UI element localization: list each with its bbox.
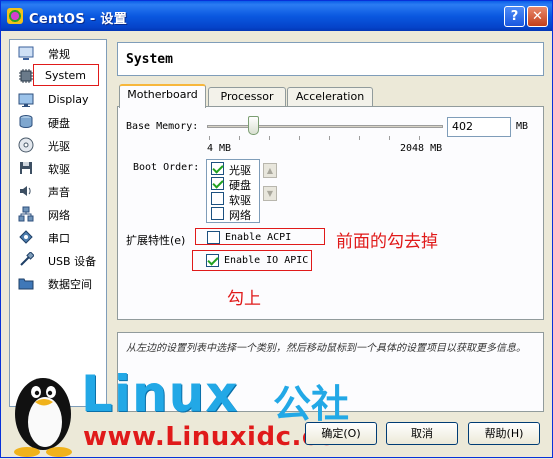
slider-max-label: 2048 MB — [400, 143, 443, 154]
system-icon — [19, 69, 33, 83]
tab-processor[interactable]: Processor — [208, 87, 286, 107]
sidebar-item-label: 光驱 — [48, 140, 70, 153]
sidebar-item-network[interactable]: 网络 — [14, 204, 104, 224]
enable-ioapic-label: Enable IO APIC — [224, 255, 309, 266]
list-item[interactable]: 软驱 — [209, 191, 259, 207]
sidebar-item-display[interactable]: Display — [14, 90, 104, 110]
annotation-ioapic-note: 勾上 — [227, 289, 261, 309]
watermark-brand: Linux — [81, 365, 239, 423]
slider-tick — [389, 136, 390, 140]
audio-icon — [20, 186, 31, 196]
cancel-button[interactable]: 取消 — [386, 422, 458, 445]
base-memory-slider-track[interactable] — [207, 125, 443, 128]
boot-item-label: 网络 — [229, 209, 251, 222]
tab-label: Motherboard — [127, 88, 198, 101]
slider-tick — [329, 136, 330, 140]
boot-floppy-checkbox[interactable] — [211, 192, 224, 205]
boot-harddisk-checkbox[interactable] — [211, 177, 224, 190]
annotation-acpi-note: 前面的勾去掉 — [336, 232, 438, 252]
sidebar-item-shared-folders[interactable]: 数据空间 — [14, 273, 104, 293]
boot-cdrom-checkbox[interactable] — [211, 162, 224, 175]
tux-penguin-icon — [14, 378, 72, 457]
slider-tick — [269, 136, 270, 140]
tab-motherboard[interactable]: Motherboard — [119, 84, 206, 108]
sidebar-item-label: 声音 — [48, 186, 70, 199]
usb-icon — [20, 252, 34, 266]
ok-button[interactable]: 确定(O) — [305, 422, 377, 445]
extended-features-label: 扩展特性(e) — [126, 234, 186, 247]
enable-acpi-checkbox[interactable] — [207, 231, 220, 244]
sidebar-item-label: 网络 — [48, 209, 70, 222]
page-title: System — [126, 52, 173, 67]
help-button[interactable]: 帮助(H) — [468, 422, 540, 445]
sidebar-item-label: 软驱 — [48, 163, 70, 176]
virtualbox-icon — [7, 8, 23, 24]
sidebar-item-harddisk[interactable]: 硬盘 — [14, 112, 104, 132]
floppy-icon — [20, 162, 32, 174]
base-memory-slider-thumb[interactable] — [247, 116, 259, 135]
sidebar-item-general[interactable]: 常规 — [14, 43, 104, 63]
sidebar-item-label: 串口 — [48, 232, 70, 245]
sidebar-item-label: 数据空间 — [48, 278, 92, 291]
enable-acpi-label: Enable ACPI — [225, 232, 292, 243]
list-item[interactable]: 硬盘 — [209, 176, 259, 192]
list-item[interactable]: 光驱 — [209, 161, 259, 177]
settings-category-list: 常规 System Display 硬盘 光驱 软驱 声音 网络 串口 USB … — [9, 39, 107, 407]
sidebar-item-label: 常规 — [48, 48, 70, 61]
base-memory-label: Base Memory: — [126, 121, 199, 132]
tab-label: Acceleration — [295, 90, 365, 103]
move-up-button[interactable]: ▲ — [263, 163, 277, 178]
annotation-highlight-system — [33, 64, 99, 86]
harddisk-icon — [19, 115, 33, 129]
slider-tick — [209, 136, 210, 140]
settings-window: CentOS - 设置 ? ✕ 常规 System Display 硬盘 光驱 … — [0, 0, 553, 458]
sidebar-item-floppy[interactable]: 软驱 — [14, 158, 104, 178]
slider-min-label: 4 MB — [207, 143, 232, 154]
window-title: CentOS - 设置 — [29, 12, 127, 27]
slider-tick — [299, 136, 300, 140]
sidebar-item-audio[interactable]: 声音 — [14, 181, 104, 201]
sidebar-item-serial[interactable]: 串口 — [14, 227, 104, 247]
move-down-button[interactable]: ▼ — [263, 186, 277, 201]
boot-order-list: 光驱 硬盘 软驱 网络 — [206, 159, 260, 223]
boot-network-checkbox[interactable] — [211, 207, 224, 220]
close-button[interactable]: ✕ — [527, 6, 548, 27]
general-icon — [18, 46, 34, 60]
network-icon — [18, 206, 34, 222]
shared-folder-icon — [18, 278, 34, 290]
serial-icon — [19, 230, 33, 244]
slider-tick — [359, 136, 360, 140]
display-icon — [18, 93, 34, 107]
motherboard-panel — [117, 106, 544, 320]
description-text: 从左边的设置列表中选择一个类别，然后移动鼠标到一个具体的设置项目以获取更多信息。 — [126, 343, 526, 354]
boot-order-label: Boot Order: — [133, 162, 200, 173]
list-item[interactable]: 网络 — [209, 206, 259, 222]
page-title-box: System — [117, 42, 544, 76]
help-title-button[interactable]: ? — [504, 6, 525, 27]
sidebar-item-label: USB 设备 — [48, 255, 97, 268]
slider-tick — [239, 136, 240, 140]
sidebar-item-cdrom[interactable]: 光驱 — [14, 135, 104, 155]
sidebar-item-usb[interactable]: USB 设备 — [14, 250, 104, 270]
sidebar-item-label: 硬盘 — [48, 117, 70, 130]
base-memory-unit: MB — [516, 121, 529, 132]
sidebar-item-label: Display — [48, 93, 89, 106]
tab-label: Processor — [220, 90, 274, 103]
cdrom-icon — [18, 137, 34, 153]
tab-acceleration[interactable]: Acceleration — [287, 87, 373, 107]
title-bar[interactable]: CentOS - 设置 ? ✕ — [1, 1, 552, 31]
base-memory-input[interactable]: 402 — [447, 117, 511, 137]
watermark-brand-cn: 公社 — [273, 382, 350, 426]
slider-tick — [419, 136, 420, 140]
enable-ioapic-checkbox[interactable] — [206, 254, 219, 267]
